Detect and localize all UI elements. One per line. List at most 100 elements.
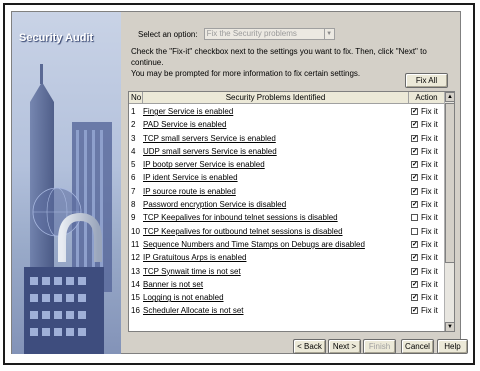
fix-it-checkbox[interactable] [411, 174, 418, 182]
chevron-down-icon[interactable]: ▼ [323, 29, 334, 39]
fix-it-action: Fix it [411, 211, 438, 224]
fix-it-label: Fix it [421, 160, 438, 170]
fix-it-checkbox[interactable] [411, 201, 418, 209]
row-number: 5 [131, 160, 136, 170]
fix-it-checkbox[interactable] [411, 134, 418, 142]
fix-it-action: Fix it [411, 291, 438, 304]
problem-link[interactable]: PAD Service is enabled [143, 118, 226, 131]
problem-link[interactable]: Sequence Numbers and Time Stamps on Debu… [143, 238, 365, 251]
fix-it-checkbox[interactable] [411, 108, 418, 115]
vertical-scrollbar[interactable]: ▲ ▼ [444, 92, 454, 331]
fix-it-label: Fix it [421, 173, 438, 183]
fix-it-label: Fix it [421, 213, 438, 223]
table-row: 13TCP Synwait time is not set Fix it [129, 265, 444, 278]
column-header-action[interactable]: Action [409, 92, 444, 103]
scrollbar-thumb[interactable] [445, 103, 454, 263]
fix-it-checkbox[interactable] [411, 267, 418, 275]
row-number: 16 [131, 306, 140, 316]
fix-it-label: Fix it [421, 306, 438, 316]
finish-button[interactable]: Finish [363, 339, 396, 354]
row-number: 10 [131, 226, 140, 236]
fix-it-checkbox[interactable] [411, 161, 418, 169]
row-number: 14 [131, 279, 140, 289]
row-number: 2 [131, 120, 136, 130]
problem-link[interactable]: IP Gratuitous Arps is enabled [143, 251, 246, 264]
problem-link[interactable]: UDP small servers Service is enabled [143, 145, 277, 158]
fix-it-label: Fix it [421, 293, 438, 303]
table-row: 11 Sequence Numbers and Time Stamps on De… [129, 238, 444, 251]
fix-it-action: Fix it [411, 118, 438, 131]
fix-it-checkbox[interactable] [411, 280, 418, 288]
table-row: 12IP Gratuitous Arps is enabled Fix it [129, 251, 444, 264]
problem-link[interactable]: TCP Synwait time is not set [143, 265, 241, 278]
fix-it-action: Fix it [411, 251, 438, 264]
table-row: 1 Finger Service is enabled Fix it [129, 105, 444, 118]
cancel-button[interactable]: Cancel [401, 339, 434, 354]
row-number: 11 [131, 239, 140, 249]
row-number: 9 [131, 213, 136, 223]
problem-link[interactable]: TCP Keepalives for outbound telnet sessi… [143, 225, 343, 238]
row-number: 3 [131, 133, 136, 143]
column-header-problem[interactable]: Security Problems Identified [143, 92, 409, 103]
fix-it-checkbox[interactable] [411, 294, 418, 302]
fix-it-checkbox[interactable] [411, 240, 418, 248]
fix-it-action: Fix it [411, 225, 438, 238]
fix-it-checkbox[interactable] [411, 187, 418, 195]
table-row: 14Banner is not set Fix it [129, 278, 444, 291]
problem-link[interactable]: Banner is not set [143, 278, 203, 291]
fix-it-action: Fix it [411, 278, 438, 291]
problem-link[interactable]: Scheduler Allocate is not set [143, 304, 244, 317]
fix-it-action: Fix it [411, 132, 438, 145]
help-button[interactable]: Help [437, 339, 468, 354]
table-row: 7 IP source route is enabled Fix it [129, 185, 444, 198]
fix-it-checkbox[interactable] [411, 307, 418, 315]
scroll-up-icon[interactable]: ▲ [445, 92, 454, 102]
table-body: 1 Finger Service is enabled Fix it 2 PAD Ser… [129, 105, 444, 318]
table-row: 3 TCP small servers Service is enabled Fix… [129, 132, 444, 145]
row-number: 15 [131, 293, 140, 303]
fix-it-checkbox[interactable] [411, 227, 418, 235]
wizard-content: Select an option: Fix the Security probl… [122, 12, 468, 354]
problem-link[interactable]: Finger Service is enabled [143, 105, 233, 118]
back-button[interactable]: < Back [293, 339, 326, 354]
fix-it-label: Fix it [421, 120, 438, 130]
security-audit-wizard: Security Audit Select an option: Fix the… [11, 11, 468, 354]
wizard-banner: Security Audit [12, 12, 121, 354]
table-row: 6 IP ident Service is enabled Fix it [129, 171, 444, 184]
table-row: 2 PAD Service is enabled Fix it [129, 118, 444, 131]
row-number: 12 [131, 253, 140, 263]
fix-it-action: Fix it [411, 105, 438, 118]
problem-link[interactable]: Password encryption Service is disabled [143, 198, 286, 211]
next-button[interactable]: Next > [328, 339, 361, 354]
fix-it-label: Fix it [421, 226, 438, 236]
table-header: No Security Problems Identified Action [129, 92, 444, 104]
problem-link[interactable]: IP ident Service is enabled [143, 171, 238, 184]
problem-link[interactable]: TCP small servers Service is enabled [143, 132, 276, 145]
option-row: Select an option: Fix the Security probl… [138, 28, 335, 40]
table-row: 9 TCP Keepalives for inbound telnet sessi… [129, 211, 444, 224]
table-row: 10 TCP Keepalives for outbound telnet ses… [129, 225, 444, 238]
fix-it-checkbox[interactable] [411, 121, 418, 129]
column-header-no[interactable]: No [129, 92, 143, 103]
fix-it-label: Fix it [421, 200, 438, 210]
fix-it-checkbox[interactable] [411, 214, 418, 222]
banner-illustration [24, 64, 112, 354]
fix-it-action: Fix it [411, 238, 438, 251]
problem-link[interactable]: TCP Keepalives for inbound telnet sessio… [143, 211, 338, 224]
row-number: 4 [131, 146, 136, 156]
fix-it-action: Fix it [411, 171, 438, 184]
table-row: 5 IP bootp server Service is enabled Fix i… [129, 158, 444, 171]
problem-link[interactable]: Logging is not enabled [143, 291, 224, 304]
scroll-down-icon[interactable]: ▼ [445, 322, 454, 331]
fix-it-checkbox[interactable] [411, 147, 418, 155]
row-number: 13 [131, 266, 140, 276]
option-select[interactable]: Fix the Security problems ▼ [203, 28, 335, 40]
fix-all-button[interactable]: Fix All [405, 73, 448, 88]
fix-it-label: Fix it [421, 133, 438, 143]
fix-it-label: Fix it [421, 146, 438, 156]
row-number: 8 [131, 200, 136, 210]
problem-link[interactable]: IP source route is enabled [143, 185, 236, 198]
option-label: Select an option: [138, 29, 198, 39]
problem-link[interactable]: IP bootp server Service is enabled [143, 158, 265, 171]
fix-it-checkbox[interactable] [411, 254, 418, 262]
